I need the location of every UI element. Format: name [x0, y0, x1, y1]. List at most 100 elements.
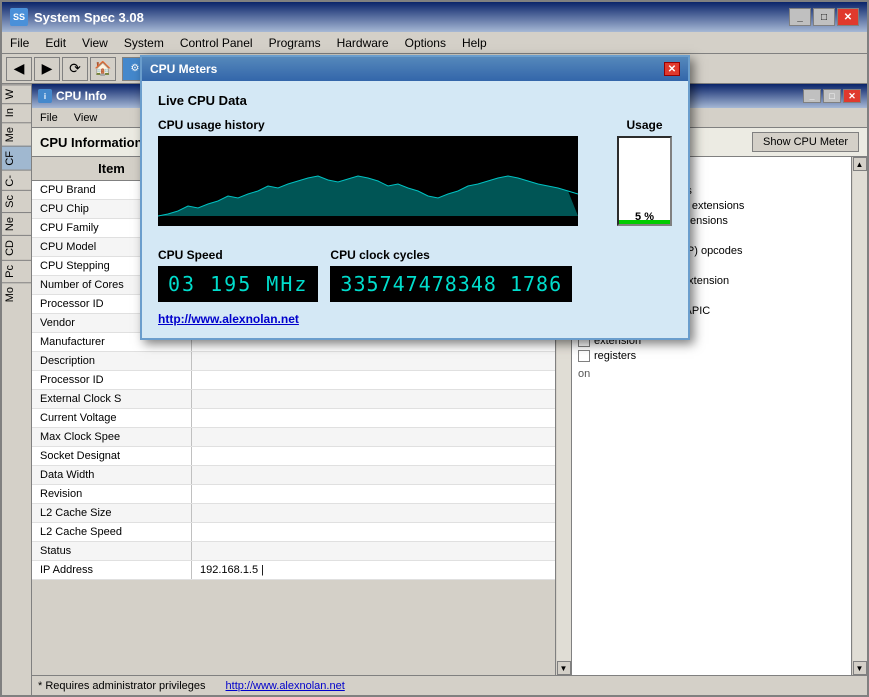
sidebar-item-in[interactable]: In — [2, 103, 31, 121]
cell-detail-20: 192.168.1.5 | — [192, 561, 555, 579]
usage-bar-outer: 5 % — [617, 136, 672, 226]
cell-detail-18 — [192, 523, 555, 541]
maximize-button[interactable]: □ — [813, 8, 835, 26]
cell-detail-13 — [192, 428, 555, 446]
outer-title-bar: SS System Spec 3.08 _ □ ✕ — [2, 2, 867, 32]
menu-hardware[interactable]: Hardware — [329, 34, 397, 52]
cell-item-18: L2 Cache Speed — [32, 523, 192, 541]
feature-checkbox-9[interactable] — [578, 350, 590, 362]
table-row: Description — [32, 352, 555, 371]
menu-edit[interactable]: Edit — [37, 34, 74, 52]
sidebar-item-c[interactable]: C- — [2, 170, 31, 191]
table-row: Socket Designat — [32, 447, 555, 466]
right-scroll-track[interactable] — [853, 171, 867, 661]
cell-item-17: L2 Cache Size — [32, 504, 192, 522]
cell-item-14: Socket Designat — [32, 447, 192, 465]
left-sidebar: W In Me CF C- Sc Ne CD Pc Mo — [2, 84, 32, 695]
history-chart-svg — [158, 136, 578, 226]
inner-window-title: CPU Info — [56, 89, 107, 103]
right-scroll-up[interactable]: ▲ — [853, 157, 867, 171]
table-row: Current Voltage — [32, 409, 555, 428]
feature-item-9: registers — [578, 350, 845, 362]
cell-detail-11 — [192, 390, 555, 408]
inner-close-btn[interactable]: ✕ — [843, 89, 861, 103]
toolbar-icon-2[interactable]: ▶ — [34, 57, 60, 81]
inner-menu-view[interactable]: View — [66, 111, 106, 125]
modal-close-button[interactable]: ✕ — [664, 62, 680, 76]
cell-item-9: Description — [32, 352, 192, 370]
menu-programs[interactable]: Programs — [261, 34, 329, 52]
table-row: IP Address 192.168.1.5 | — [32, 561, 555, 580]
sidebar-item-mo[interactable]: Mo — [2, 282, 31, 306]
usage-label: Usage — [626, 118, 662, 132]
sidebar-item-pc[interactable]: Pc — [2, 260, 31, 282]
toolbar-icon-4[interactable]: 🏠 — [90, 57, 116, 81]
cell-item-19: Status — [32, 542, 192, 560]
status-bar: * Requires administrator privileges http… — [32, 675, 867, 695]
cpu-cycles-label: CPU clock cycles — [330, 248, 572, 262]
cpu-speed-display: 03 195 MHz — [158, 266, 318, 302]
usage-container: Usage 5 % — [617, 118, 672, 226]
cell-item-12: Current Voltage — [32, 409, 192, 427]
toolbar-icon-1[interactable]: ◀ — [6, 57, 32, 81]
admin-note: * Requires administrator privileges — [38, 680, 206, 692]
title-bar-buttons: _ □ ✕ — [789, 8, 859, 26]
cpu-meters-modal[interactable]: CPU Meters ✕ Live CPU Data CPU usage his… — [140, 55, 690, 340]
sidebar-item-me[interactable]: Me — [2, 122, 31, 146]
cell-detail-17 — [192, 504, 555, 522]
cell-detail-16 — [192, 485, 555, 503]
history-chart — [158, 136, 578, 226]
cpu-speed-value: 03 195 MHz — [168, 272, 308, 296]
menu-bar: File Edit View System Control Panel Prog… — [2, 32, 867, 54]
feature-label-9: registers — [594, 350, 636, 362]
table-row: Revision — [32, 485, 555, 504]
close-button[interactable]: ✕ — [837, 8, 859, 26]
cell-item-20: IP Address — [32, 561, 192, 579]
modal-title: CPU Meters — [150, 62, 217, 76]
cell-detail-14 — [192, 447, 555, 465]
inner-maximize-btn[interactable]: □ — [823, 89, 841, 103]
cell-detail-10 — [192, 371, 555, 389]
minimize-button[interactable]: _ — [789, 8, 811, 26]
menu-options[interactable]: Options — [397, 34, 454, 52]
modal-section-title: Live CPU Data — [158, 93, 672, 108]
sidebar-item-ne[interactable]: Ne — [2, 212, 31, 235]
feature-extra: on — [578, 368, 845, 380]
scroll-down-btn[interactable]: ▼ — [557, 661, 571, 675]
right-scroll-down[interactable]: ▼ — [853, 661, 867, 675]
sidebar-item-w[interactable]: W — [2, 84, 31, 103]
cell-item-13: Max Clock Spee — [32, 428, 192, 446]
app-icon: SS — [10, 8, 28, 26]
table-row: Processor ID — [32, 371, 555, 390]
inner-menu-file[interactable]: File — [32, 111, 66, 125]
status-link[interactable]: http://www.alexnolan.net — [226, 680, 345, 692]
cpu-cycles-section: CPU clock cycles 335747478348 1786 — [330, 248, 572, 302]
table-row: Data Width — [32, 466, 555, 485]
menu-help[interactable]: Help — [454, 34, 495, 52]
sidebar-item-cd[interactable]: CD — [2, 235, 31, 260]
history-label: CPU usage history — [158, 118, 607, 132]
inner-minimize-btn[interactable]: _ — [803, 89, 821, 103]
toolbar-icon-3[interactable]: ⟳ — [62, 57, 88, 81]
menu-control-panel[interactable]: Control Panel — [172, 34, 261, 52]
table-row: L2 Cache Size — [32, 504, 555, 523]
cell-item-16: Revision — [32, 485, 192, 503]
cpu-speed-section: CPU Speed 03 195 MHz — [158, 248, 318, 302]
outer-window-title: System Spec 3.08 — [34, 10, 144, 25]
menu-system[interactable]: System — [116, 34, 172, 52]
menu-file[interactable]: File — [2, 34, 37, 52]
table-row: L2 Cache Speed — [32, 523, 555, 542]
usage-bar-empty — [619, 138, 670, 220]
cell-detail-19 — [192, 542, 555, 560]
table-row: Status — [32, 542, 555, 561]
cell-detail-12 — [192, 409, 555, 427]
sidebar-item-sc[interactable]: Sc — [2, 190, 31, 212]
menu-view[interactable]: View — [74, 34, 116, 52]
sidebar-item-cf[interactable]: CF — [2, 146, 31, 170]
cpu-info-title: CPU Information — [40, 135, 143, 150]
right-scrollbar[interactable]: ▲ ▼ — [851, 157, 867, 675]
modal-link[interactable]: http://www.alexnolan.net — [158, 312, 672, 326]
show-cpu-meter-button[interactable]: Show CPU Meter — [752, 132, 859, 152]
title-bar-left: SS System Spec 3.08 — [10, 8, 144, 26]
cpu-speed-label: CPU Speed — [158, 248, 318, 262]
